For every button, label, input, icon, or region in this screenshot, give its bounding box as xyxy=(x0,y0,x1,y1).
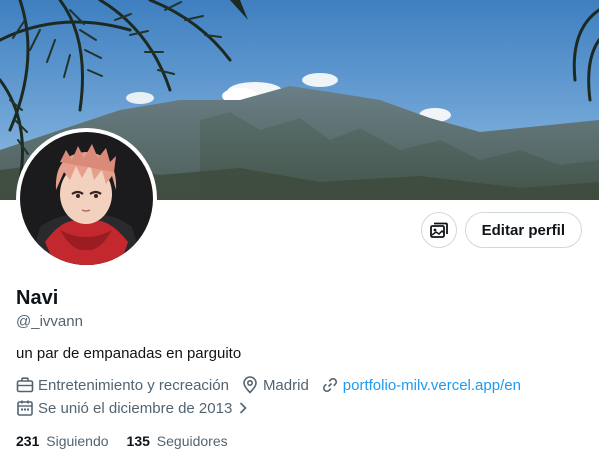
image-switch-icon xyxy=(429,222,448,238)
profile-meta: Entretenimiento y recreación Madrid port… xyxy=(16,376,533,394)
profile-category: Entretenimiento y recreación xyxy=(16,376,229,394)
category-text: Entretenimiento y recreación xyxy=(38,376,229,394)
location-pin-icon xyxy=(243,376,257,394)
profile-actions: Editar perfil xyxy=(420,212,582,248)
following-label: Siguiendo xyxy=(46,433,109,449)
profile-joined-row[interactable]: Se unió el diciembre de 2013 xyxy=(16,399,266,417)
followers-label: Seguidores xyxy=(156,433,228,449)
follow-stats: 231 Siguiendo 135 Seguidores xyxy=(16,433,246,449)
avatar[interactable] xyxy=(20,132,153,265)
profile-joined[interactable]: Se unió el diciembre de 2013 xyxy=(16,399,254,417)
edit-profile-button[interactable]: Editar perfil xyxy=(464,212,582,248)
profile-bio: un par de empanadas en parguito xyxy=(16,345,242,362)
switch-media-button[interactable] xyxy=(420,212,457,248)
joined-text: Se unió el diciembre de 2013 xyxy=(38,399,233,417)
profile-handle: @_ivvann xyxy=(16,313,83,330)
following-link[interactable]: 231 Siguiendo xyxy=(16,433,109,449)
website-link[interactable]: portfolio-milv.vercel.app/en xyxy=(343,377,521,394)
profile-website[interactable]: portfolio-milv.vercel.app/en xyxy=(321,376,521,394)
profile-name: Navi xyxy=(16,287,59,309)
followers-count: 135 xyxy=(126,433,150,449)
following-count: 231 xyxy=(16,433,40,449)
location-text: Madrid xyxy=(262,376,309,394)
link-icon xyxy=(322,377,337,393)
briefcase-icon xyxy=(16,377,34,393)
chevron-right-icon[interactable] xyxy=(236,401,250,415)
followers-link[interactable]: 135 Seguidores xyxy=(127,433,228,449)
calendar-icon xyxy=(17,400,33,416)
avatar-frame[interactable] xyxy=(16,128,157,269)
profile-location: Madrid xyxy=(241,376,309,394)
